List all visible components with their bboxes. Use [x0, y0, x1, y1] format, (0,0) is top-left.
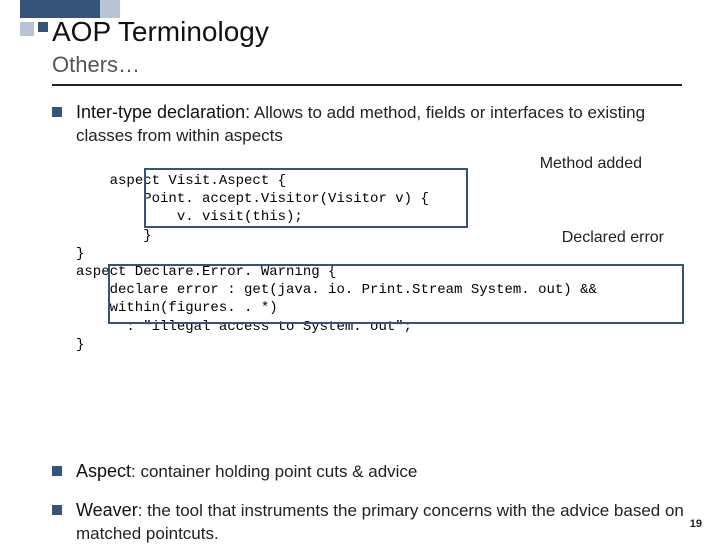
accent-square-light	[20, 22, 34, 36]
page-subtitle: Others…	[52, 52, 140, 78]
page-number: 19	[690, 518, 702, 530]
code-block: aspect Visit.Aspect { Point. accept.Visi…	[76, 154, 692, 445]
bullet-body: Inter-type declaration: Allows to add me…	[76, 100, 692, 148]
bullet-icon	[52, 505, 62, 515]
term-weaver: Weaver	[76, 500, 138, 520]
bullet-item-aspect: Aspect: container holding point cuts & a…	[52, 459, 692, 484]
term-intertype: Inter-type declaration:	[76, 102, 250, 122]
aspect-desc: : container holding point cuts & advice	[131, 462, 417, 481]
weaver-desc: : the tool that instruments the primary …	[76, 501, 684, 543]
content-area: Inter-type declaration: Allows to add me…	[52, 100, 692, 552]
page-title: AOP Terminology	[52, 16, 269, 48]
bullet-icon	[52, 107, 62, 117]
term-aspect: Aspect	[76, 461, 131, 481]
accent-square-dark	[38, 22, 48, 32]
bullet-body: Weaver: the tool that instruments the pr…	[76, 498, 692, 546]
annotation-declared-error: Declared error	[562, 228, 664, 249]
code-text: aspect Visit.Aspect { Point. accept.Visi…	[76, 173, 597, 353]
bullet-item-weaver: Weaver: the tool that instruments the pr…	[52, 498, 692, 546]
bullet-icon	[52, 466, 62, 476]
title-underline	[52, 84, 682, 86]
annotation-method-added: Method added	[540, 154, 642, 175]
bullet-item-intertype: Inter-type declaration: Allows to add me…	[52, 100, 692, 148]
bullet-body: Aspect: container holding point cuts & a…	[76, 459, 692, 484]
